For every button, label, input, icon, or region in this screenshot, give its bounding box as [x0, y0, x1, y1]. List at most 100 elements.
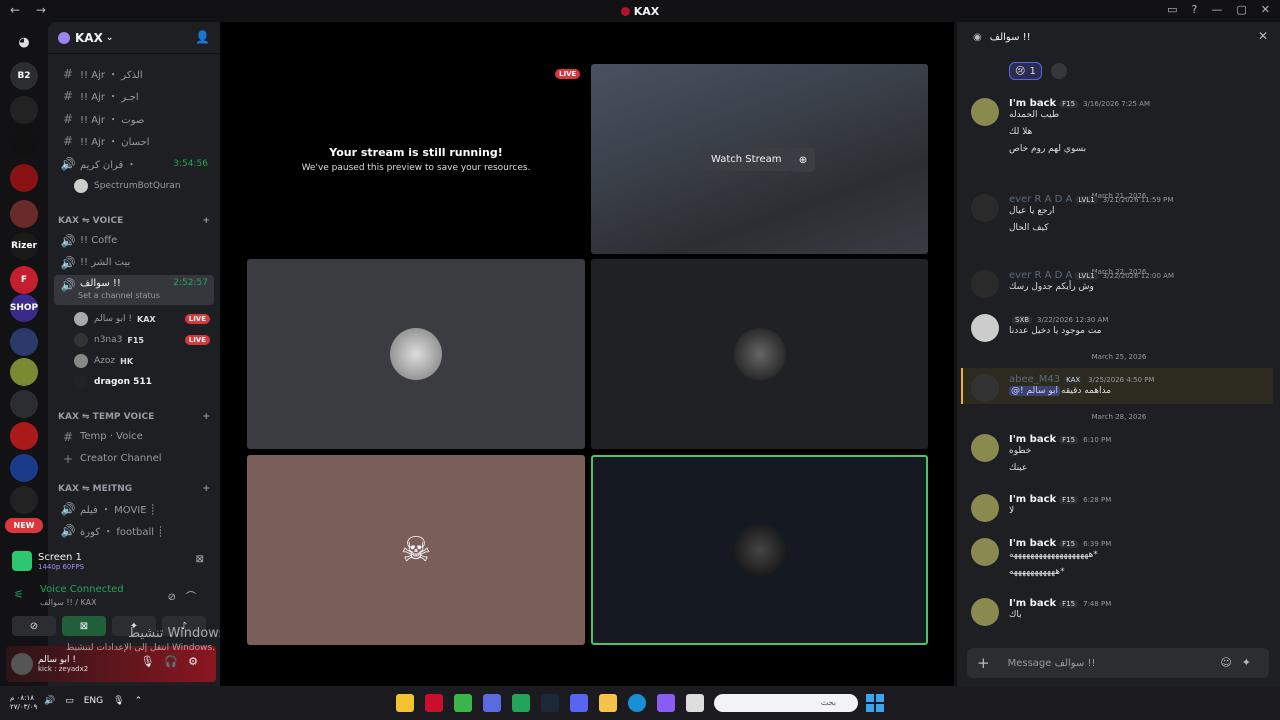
- camera-off-button[interactable]: ⊘: [12, 616, 56, 636]
- app-icon[interactable]: [686, 694, 704, 712]
- voice-member[interactable]: n3na3 F15 LIVE: [74, 330, 214, 350]
- edge-icon[interactable]: [628, 694, 646, 712]
- participant-tile-speaking[interactable]: [591, 455, 928, 645]
- channel-item[interactable]: 🔊 !! Coffe: [54, 230, 214, 251]
- voice-member[interactable]: Azoz HK: [74, 351, 214, 371]
- discord-home-icon[interactable]: ◕: [10, 28, 38, 56]
- author-name[interactable]: I'm back: [1009, 98, 1056, 109]
- avatar[interactable]: [971, 194, 999, 222]
- avatar[interactable]: [11, 653, 33, 675]
- system-tray[interactable]: 🔊 ▭ ENG 🎙 ⌃: [44, 696, 142, 706]
- server-icon[interactable]: [10, 358, 38, 386]
- close-button[interactable]: ✕: [1261, 3, 1270, 16]
- avatar[interactable]: [971, 374, 999, 402]
- participant-tile[interactable]: [247, 259, 585, 449]
- author-name[interactable]: abee_M43: [1009, 374, 1060, 385]
- app-icon[interactable]: [425, 694, 443, 712]
- channel-item[interactable]: 🔊 قران كريم ・ 3:54:56: [54, 153, 214, 174]
- channel-item[interactable]: 🔊 !! بيت الشر: [54, 252, 214, 273]
- channel-item[interactable]: 🔊 كورة ・ football ┊: [54, 520, 214, 541]
- participant-tile[interactable]: ☠: [247, 455, 585, 645]
- stream-preview-tile[interactable]: Watch Stream ⊕: [591, 64, 928, 254]
- share-screen-button[interactable]: ⊠: [62, 616, 106, 636]
- nav-arrows[interactable]: ← →: [10, 3, 52, 17]
- server-icon[interactable]: [10, 454, 38, 482]
- composer-icons[interactable]: ☺✦: [1220, 656, 1261, 669]
- voice-member[interactable]: SpectrumBotQuran: [74, 176, 214, 196]
- avatar[interactable]: [971, 538, 999, 566]
- channel-item[interactable]: # !! Ajr ・ صوت: [54, 108, 214, 129]
- avatar[interactable]: [971, 494, 999, 522]
- channel-item[interactable]: 🔊 سوالف !! 2:52:57 Set a channel status: [54, 275, 214, 305]
- watch-stream-button[interactable]: Watch Stream: [701, 148, 792, 171]
- add-user-icon[interactable]: 👤: [195, 30, 210, 44]
- app-icon[interactable]: [396, 694, 414, 712]
- author-name[interactable]: I'm back: [1009, 598, 1056, 609]
- speaker-icon[interactable]: 🔊: [44, 696, 55, 706]
- folder-icon[interactable]: [599, 694, 617, 712]
- server-icon[interactable]: Rizer: [10, 232, 38, 260]
- avatar[interactable]: [971, 434, 999, 462]
- maximize-button[interactable]: ▢: [1236, 3, 1246, 16]
- clock[interactable]: ٠٨:١٨ م ٢٧/٠٣/٠٩: [10, 694, 37, 712]
- inbox-icon[interactable]: ▭: [1167, 3, 1177, 16]
- search-input[interactable]: بحث: [714, 694, 858, 712]
- avatar[interactable]: [971, 270, 999, 298]
- server-icon[interactable]: [10, 164, 38, 192]
- screen-share-panel[interactable]: Screen 1 1440p 60FPS ⊠: [6, 544, 214, 578]
- plus-icon[interactable]: +: [977, 654, 990, 672]
- category-header[interactable]: KAX ⇋ TEMP VOICE +: [58, 412, 210, 422]
- paused-stream-tile[interactable]: Your stream is still running! We've paus…: [247, 64, 585, 254]
- chevron-up-icon[interactable]: ⌃: [135, 696, 143, 706]
- server-icon[interactable]: [10, 486, 38, 514]
- signal-icon[interactable]: ⚟: [14, 588, 24, 601]
- user-controls[interactable]: 🎙🎧⚙: [140, 655, 208, 668]
- author-name[interactable]: I'm back: [1009, 538, 1056, 549]
- app-icon[interactable]: [512, 694, 530, 712]
- server-icon[interactable]: [10, 328, 38, 356]
- author-name[interactable]: ever R A D A: [1009, 270, 1072, 281]
- voice-member[interactable]: ابو سالم ! KAX LIVE: [74, 309, 214, 329]
- server-icon[interactable]: SHOP: [10, 294, 38, 322]
- server-icon[interactable]: [10, 128, 38, 156]
- minimize-button[interactable]: —: [1211, 3, 1222, 16]
- channel-item[interactable]: # !! Ajr ・ اجـر: [54, 85, 214, 106]
- author-name[interactable]: I'm back: [1009, 494, 1056, 505]
- server-icon[interactable]: [10, 200, 38, 228]
- voice-controls[interactable]: ⊘⌒: [168, 588, 206, 603]
- add-reaction-icon[interactable]: [1051, 63, 1067, 79]
- voice-member[interactable]: dragon 511: [74, 372, 214, 392]
- language-indicator[interactable]: ENG: [84, 696, 103, 706]
- user-mention[interactable]: @! ابو سالم: [1009, 386, 1060, 396]
- windows-start-icon[interactable]: [866, 694, 884, 712]
- category-header[interactable]: KAX ⇋ VOICE +: [58, 216, 210, 226]
- channel-status[interactable]: Set a channel status: [78, 291, 160, 300]
- plus-icon[interactable]: +: [202, 484, 210, 494]
- avatar[interactable]: [971, 98, 999, 126]
- channel-item[interactable]: + Creator Channel: [54, 448, 214, 469]
- network-icon[interactable]: ▭: [65, 696, 74, 706]
- guild-header[interactable]: KAX ⌄ 👤: [48, 22, 220, 54]
- server-icon[interactable]: [10, 96, 38, 124]
- steam-icon[interactable]: [541, 694, 559, 712]
- stop-stream-icon[interactable]: ⊠: [196, 554, 204, 565]
- channel-item[interactable]: 🔊 فيلم ・ MOVIE ┊: [54, 498, 214, 519]
- channel-item[interactable]: # !! Ajr ・ احسان: [54, 130, 214, 151]
- author-name[interactable]: ever R A D A: [1009, 194, 1072, 205]
- reaction-chip[interactable]: 😢 1: [1009, 62, 1042, 80]
- help-icon[interactable]: ?: [1192, 3, 1198, 16]
- app-icon[interactable]: [454, 694, 472, 712]
- copilot-icon[interactable]: [657, 694, 675, 712]
- channel-item[interactable]: # Temp · Voice: [54, 426, 214, 447]
- message-input[interactable]: Message سوالف !!: [1008, 658, 1096, 669]
- app-icon[interactable]: [483, 694, 501, 712]
- author-name[interactable]: I'm back: [1009, 434, 1056, 445]
- close-icon[interactable]: ✕: [1258, 29, 1268, 43]
- popout-icon[interactable]: ⊕: [791, 148, 815, 172]
- server-icon[interactable]: B2: [10, 62, 38, 90]
- voice-location[interactable]: سوالف !! / KAX: [40, 598, 97, 607]
- avatar[interactable]: [971, 314, 999, 342]
- avatar[interactable]: [971, 598, 999, 626]
- server-icon[interactable]: [10, 390, 38, 418]
- channel-item[interactable]: # !! Ajr ・ الذكر: [54, 63, 214, 84]
